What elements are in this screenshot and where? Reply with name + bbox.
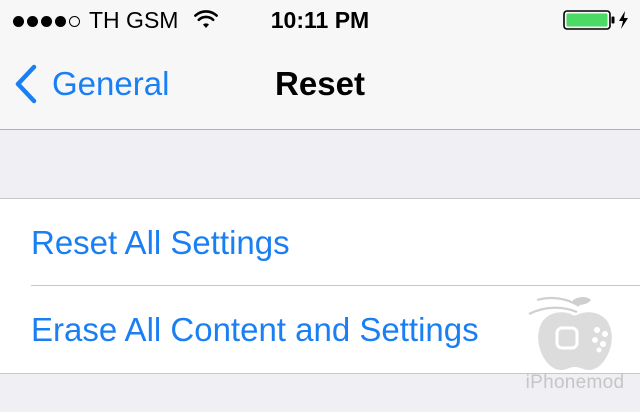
reset-all-settings-label: Reset All Settings (31, 224, 290, 261)
erase-all-content-label: Erase All Content and Settings (31, 311, 479, 348)
apple-logo-icon (528, 296, 612, 370)
watermark-text: iPhonemod (525, 372, 625, 393)
watermark: iPhonemod (515, 296, 635, 408)
status-time: 10:11 PM (270, 7, 370, 33)
navigation-bar: General Reset (0, 40, 640, 128)
status-bar: TH GSM 10:11 PM (0, 0, 640, 40)
top-bar: TH GSM 10:11 PM General Reset (0, 0, 640, 130)
reset-all-settings-row[interactable]: Reset All Settings (0, 199, 640, 286)
battery-icon (563, 10, 628, 30)
charging-bolt-icon (619, 11, 628, 29)
page-title: Reset (275, 65, 365, 102)
